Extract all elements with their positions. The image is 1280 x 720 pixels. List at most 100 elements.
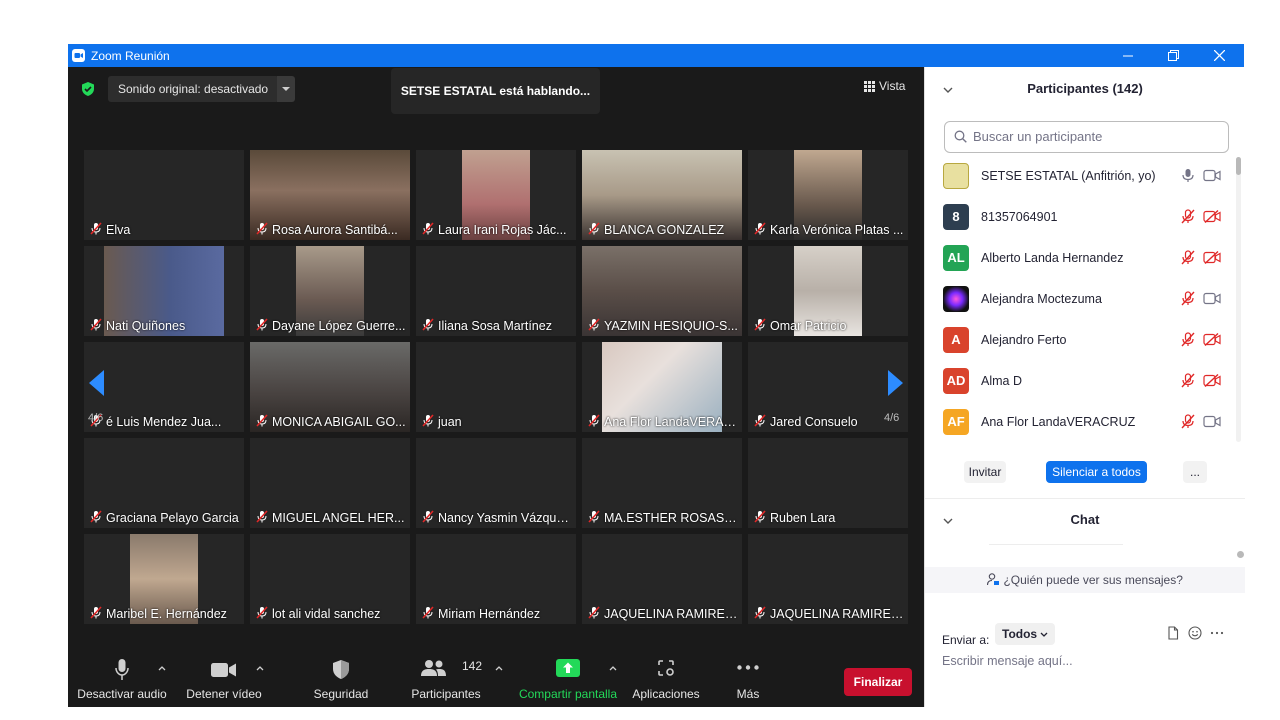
video-tile[interactable]: MIGUEL ANGEL HER...	[250, 438, 410, 528]
video-tile[interactable]: Miriam Hernández	[416, 534, 576, 624]
muted-mic-icon[interactable]	[1181, 291, 1195, 306]
video-tile[interactable]: Nancy Yasmin Vázque...	[416, 438, 576, 528]
chat-title-divider	[989, 544, 1123, 545]
video-tile[interactable]: juan	[416, 342, 576, 432]
participants-count: 142	[462, 659, 483, 673]
muted-mic-icon[interactable]	[1181, 332, 1195, 347]
participant-list-name: SETSE ESTATAL (Anfitrión, yo)	[981, 169, 1156, 183]
previous-page-arrow-icon[interactable]	[87, 368, 105, 398]
stop-video-button[interactable]: Detener vídeo	[180, 651, 268, 707]
participants-scrollbar[interactable]	[1236, 157, 1241, 442]
video-tile[interactable]: Rosa Aurora Santibá...	[250, 150, 410, 240]
participant-name: Elva	[106, 223, 131, 237]
zoom-window: Zoom Reunión Sonido original: desactivad…	[68, 44, 1245, 707]
avatar: AL	[943, 245, 969, 271]
avatar: AD	[943, 368, 969, 394]
video-tile[interactable]: Dayane López Guerre...	[250, 246, 410, 336]
video-tile[interactable]: Ana Flor LandaVERAC...	[582, 342, 742, 432]
video-tile[interactable]: JAQUELINA RAMIREZ...	[582, 534, 742, 624]
participant-name: Ruben Lara	[770, 511, 836, 525]
muted-mic-icon[interactable]	[1181, 373, 1195, 388]
emoji-icon[interactable]	[1188, 626, 1202, 640]
participant-name: Jared Consuelo	[770, 415, 858, 429]
video-tile[interactable]: Graciana Pelayo Garcia	[84, 438, 244, 528]
video-tile[interactable]: Omar Patricio	[748, 246, 908, 336]
end-meeting-button[interactable]: Finalizar	[844, 668, 912, 696]
share-screen-button[interactable]: Compartir pantalla	[516, 651, 620, 707]
avatar: AF	[943, 409, 969, 435]
encryption-shield-icon[interactable]	[80, 81, 96, 97]
avatar	[943, 286, 969, 312]
restore-button[interactable]	[1150, 44, 1196, 67]
mute-all-button[interactable]: Silenciar a todos	[1046, 461, 1147, 483]
video-tile[interactable]: lot ali vidal sanchez	[250, 534, 410, 624]
participant-name: MA.ESTHER ROSAS O...	[604, 511, 738, 525]
participant-row[interactable]: SETSE ESTATAL (Anfitrión, yo)	[943, 159, 1225, 195]
video-tile[interactable]: BLANCA GONZALEZ	[582, 150, 742, 240]
participant-row[interactable]: 8 81357064901	[943, 200, 1225, 236]
participant-name: JAQUELINA RAMIREZ...	[770, 607, 904, 621]
video-tile[interactable]: Karla Verónica Platas ...	[748, 150, 908, 240]
video-camera-icon[interactable]	[1203, 169, 1221, 182]
video-tile[interactable]: é Luis Mendez Jua...	[84, 342, 244, 432]
minimize-button[interactable]	[1105, 44, 1151, 67]
video-tile[interactable]: YAZMIN HESIQUIO-S...	[582, 246, 742, 336]
video-tile[interactable]: Nati Quiñones	[84, 246, 244, 336]
close-button[interactable]	[1196, 44, 1242, 67]
participant-row[interactable]: AD Alma D	[943, 364, 1225, 400]
original-sound-button[interactable]: Sonido original: desactivado	[108, 76, 279, 102]
mute-audio-button[interactable]: Desactivar audio	[76, 651, 168, 707]
participant-row[interactable]: AF Ana Flor LandaVERACRUZ	[943, 405, 1225, 441]
video-options-caret-icon[interactable]	[256, 665, 264, 671]
video-off-icon[interactable]	[1203, 210, 1221, 223]
participant-row[interactable]: A Alejandro Ferto	[943, 323, 1225, 359]
video-tile[interactable]: Ruben Lara	[748, 438, 908, 528]
avatar: 8	[943, 204, 969, 230]
video-camera-icon[interactable]	[1203, 415, 1221, 428]
video-tile[interactable]: JAQUELINA RAMIREZ...	[748, 534, 908, 624]
chat-more-dots-icon[interactable]	[1210, 626, 1224, 640]
more-button[interactable]: Más	[728, 651, 768, 707]
chat-message-input[interactable]: Escribir mensaje aquí...	[942, 654, 1073, 668]
video-camera-icon[interactable]	[1203, 292, 1221, 305]
send-to-value: Todos	[1002, 627, 1038, 641]
next-page-arrow-icon[interactable]	[887, 368, 905, 398]
participant-row[interactable]: Alejandra Moctezuma	[943, 282, 1225, 318]
page-indicator-right: 4/6	[884, 412, 900, 424]
participant-row[interactable]: AL Alberto Landa Hernandez	[943, 241, 1225, 277]
muted-mic-icon[interactable]	[1181, 209, 1195, 224]
video-tile[interactable]: MONICA ABIGAIL GO...	[250, 342, 410, 432]
video-tile[interactable]: MA.ESTHER ROSAS O...	[582, 438, 742, 528]
video-tile[interactable]: Elva	[84, 150, 244, 240]
search-icon	[954, 130, 967, 143]
video-tile[interactable]: Laura Irani Rojas Jác...	[416, 150, 576, 240]
video-off-icon[interactable]	[1203, 374, 1221, 387]
apps-button[interactable]: Aplicaciones	[630, 651, 702, 707]
microphone-icon[interactable]	[1181, 168, 1195, 183]
video-tile[interactable]: Maribel E. Hernández	[84, 534, 244, 624]
view-button[interactable]: Vista	[864, 79, 905, 93]
send-to-dropdown[interactable]: Todos	[995, 623, 1055, 645]
video-off-icon[interactable]	[1203, 251, 1221, 264]
meeting-area: Sonido original: desactivado SETSE ESTAT…	[68, 67, 924, 707]
muted-mic-icon[interactable]	[1181, 250, 1195, 265]
share-options-caret-icon[interactable]	[609, 665, 617, 671]
participants-button[interactable]: 142 Participantes	[408, 651, 484, 707]
video-off-icon[interactable]	[1203, 333, 1221, 346]
invite-button[interactable]: Invitar	[964, 461, 1006, 483]
avatar: A	[943, 327, 969, 353]
participant-search-input[interactable]: Buscar un participante	[944, 121, 1229, 153]
participants-options-caret-icon[interactable]	[495, 665, 503, 671]
participant-list-name: Alejandra Moctezuma	[981, 292, 1102, 306]
original-sound-dropdown[interactable]	[277, 76, 295, 102]
file-icon[interactable]	[1166, 626, 1180, 640]
who-can-see-link[interactable]: ¿Quién puede ver sus mensajes?	[925, 567, 1245, 593]
muted-mic-icon[interactable]	[1181, 414, 1195, 429]
active-speaker-banner: SETSE ESTATAL está hablando...	[391, 68, 600, 114]
security-button[interactable]: Seguridad	[306, 651, 376, 707]
audio-options-caret-icon[interactable]	[158, 665, 166, 671]
chat-scroll-thumb[interactable]	[1237, 551, 1244, 558]
participants-more-button[interactable]: ...	[1183, 461, 1207, 483]
participants-scroll-thumb[interactable]	[1236, 157, 1241, 175]
video-tile[interactable]: Iliana Sosa Martínez	[416, 246, 576, 336]
